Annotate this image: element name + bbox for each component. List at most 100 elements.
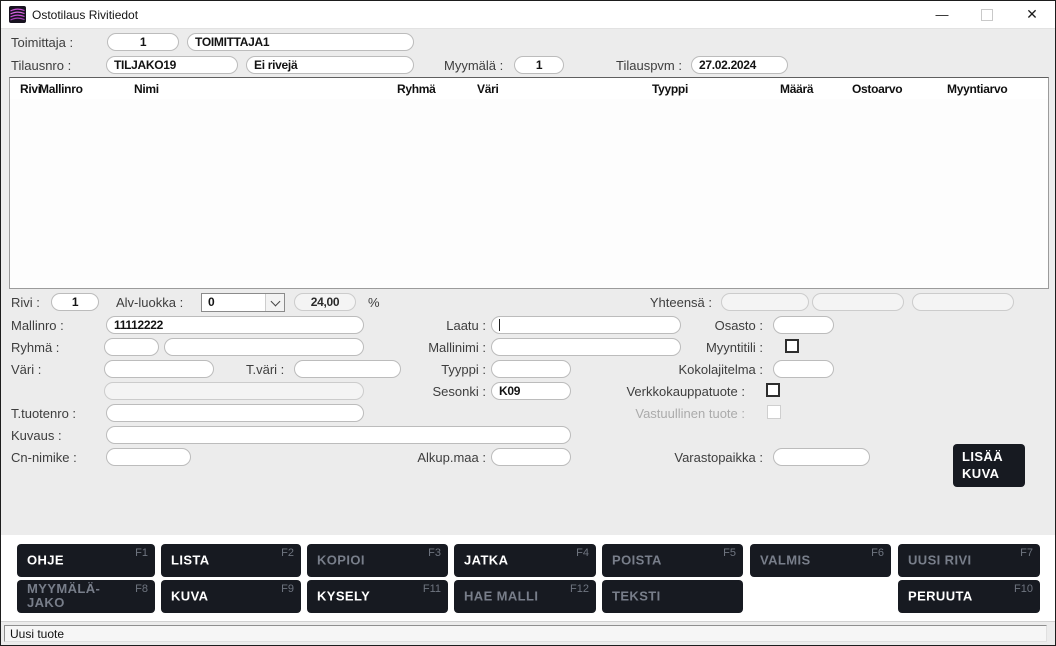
toimittaja-name-field[interactable]: TOIMITTAJA1 bbox=[187, 33, 414, 51]
ohje-button[interactable]: OHJEF1 bbox=[17, 544, 155, 577]
chevron-down-icon bbox=[271, 297, 281, 307]
tyyppi-label: Tyyppi : bbox=[441, 362, 486, 377]
vastuullinen-tuote-checkbox bbox=[767, 405, 781, 419]
myyntitili-label: Myyntitili : bbox=[706, 340, 763, 355]
text-caret bbox=[499, 319, 500, 331]
app-logo-icon bbox=[9, 6, 26, 23]
alv-selected-value: 0 bbox=[208, 295, 214, 309]
maximize-button[interactable] bbox=[964, 1, 1010, 28]
peruuta-button[interactable]: PERUUTAF10 bbox=[898, 580, 1040, 613]
yhteensa-field-3 bbox=[912, 293, 1014, 311]
varastopaikka-field[interactable] bbox=[773, 448, 870, 466]
minimize-icon: — bbox=[936, 7, 949, 22]
ryhma-code-field[interactable] bbox=[104, 338, 159, 356]
poista-button[interactable]: POISTAF5 bbox=[602, 544, 743, 577]
osasto-label: Osasto : bbox=[715, 318, 763, 333]
col-ryhma: Ryhmä bbox=[397, 82, 436, 96]
yhteensa-field-1 bbox=[721, 293, 809, 311]
alkup-maa-field[interactable] bbox=[491, 448, 571, 466]
alv-percent-field: 24,00 bbox=[294, 293, 356, 311]
mallinro-field[interactable]: 11112222 bbox=[106, 316, 364, 334]
teksti-button[interactable]: TEKSTI bbox=[602, 580, 743, 613]
mallinimi-label: Mallinimi : bbox=[428, 340, 486, 355]
title-bar[interactable]: Ostotilaus Rivitiedot — ✕ bbox=[1, 1, 1055, 29]
col-myyntiarvo: Myyntiarvo bbox=[947, 82, 1007, 96]
status-bar: Uusi tuote bbox=[1, 621, 1055, 646]
kokolajitelma-label: Kokolajitelma : bbox=[678, 362, 763, 377]
verkkokauppatuote-checkbox[interactable] bbox=[766, 383, 780, 397]
grid-header-row: Rivi Mallinro Nimi Ryhmä Väri Tyyppi Mää… bbox=[10, 78, 1048, 100]
tvari-label: T.väri : bbox=[246, 362, 284, 377]
sesonki-field[interactable]: K09 bbox=[491, 382, 571, 400]
status-message: Uusi tuote bbox=[4, 625, 1047, 642]
ryhma-label: Ryhmä : bbox=[11, 340, 59, 355]
order-rows-grid: Rivi Mallinro Nimi Ryhmä Väri Tyyppi Mää… bbox=[9, 77, 1049, 289]
sesonki-label: Sesonki : bbox=[433, 384, 486, 399]
uusi-rivi-button[interactable]: UUSI RIVIF7 bbox=[898, 544, 1040, 577]
tilauspvm-field[interactable]: 27.02.2024 bbox=[691, 56, 788, 74]
tvari-field[interactable] bbox=[294, 360, 401, 378]
myymala-label: Myymälä : bbox=[444, 58, 503, 73]
col-mallinro: Mallinro bbox=[39, 82, 83, 96]
lisaa-kuva-label: LISÄÄ KUVA bbox=[962, 449, 1025, 483]
kysely-button[interactable]: KYSELYF11 bbox=[307, 580, 448, 613]
lisaa-kuva-button[interactable]: LISÄÄ KUVA bbox=[953, 444, 1025, 487]
lista-button[interactable]: LISTAF2 bbox=[161, 544, 301, 577]
kuva-button[interactable]: KUVAF9 bbox=[161, 580, 301, 613]
tilausnro-field[interactable]: TILJAKO19 bbox=[106, 56, 238, 74]
myyntitili-checkbox[interactable] bbox=[785, 339, 799, 353]
cn-nimike-field[interactable] bbox=[106, 448, 191, 466]
osasto-field[interactable] bbox=[773, 316, 834, 334]
myymala-field[interactable]: 1 bbox=[514, 56, 564, 74]
kopioi-button[interactable]: KOPIOIF3 bbox=[307, 544, 448, 577]
kuvaus-label: Kuvaus : bbox=[11, 428, 62, 443]
alv-luokka-label: Alv-luokka : bbox=[116, 295, 183, 310]
percent-sign-label: % bbox=[368, 295, 380, 310]
verkkokauppatuote-label: Verkkokauppatuote : bbox=[626, 384, 745, 399]
order-rows-status-field: Ei rivejä bbox=[246, 56, 414, 74]
app-window: Ostotilaus Rivitiedot — ✕ Toimittaja : 1… bbox=[0, 0, 1056, 646]
function-button-panel: OHJEF1 LISTAF2 KOPIOIF3 JATKAF4 POISTAF5… bbox=[1, 535, 1055, 621]
ryhma-name-field[interactable] bbox=[164, 338, 364, 356]
col-tyyppi: Tyyppi bbox=[652, 82, 688, 96]
close-button[interactable]: ✕ bbox=[1009, 1, 1055, 28]
varastopaikka-label: Varastopaikka : bbox=[674, 450, 763, 465]
cn-nimike-label: Cn-nimike : bbox=[11, 450, 77, 465]
kuvaus-field[interactable] bbox=[106, 426, 571, 444]
col-ostoarvo: Ostoarvo bbox=[852, 82, 902, 96]
myymala-jako-button[interactable]: MYYMÄLÄ-JAKOF8 bbox=[17, 580, 155, 613]
valmis-button[interactable]: VALMISF6 bbox=[750, 544, 891, 577]
vari-name-field bbox=[104, 382, 364, 400]
kokolajitelma-field[interactable] bbox=[773, 360, 834, 378]
laatu-label: Laatu : bbox=[446, 318, 486, 333]
vari-label: Väri : bbox=[11, 362, 41, 377]
tyyppi-field[interactable] bbox=[491, 360, 571, 378]
yhteensa-field-2 bbox=[812, 293, 904, 311]
laatu-field[interactable] bbox=[491, 316, 681, 334]
col-maara: Määrä bbox=[780, 82, 813, 96]
col-rivi: Rivi bbox=[20, 82, 41, 96]
alv-luokka-combobox[interactable]: 0 bbox=[201, 293, 285, 312]
rivi-field[interactable]: 1 bbox=[51, 293, 99, 311]
rivi-label: Rivi : bbox=[11, 295, 40, 310]
col-vari: Väri bbox=[477, 82, 498, 96]
yhteensa-label: Yhteensä : bbox=[650, 295, 712, 310]
mallinro-label: Mallinro : bbox=[11, 318, 64, 333]
mallinimi-field[interactable] bbox=[491, 338, 681, 356]
tilausnro-label: Tilausnro : bbox=[11, 58, 71, 73]
grid-body[interactable] bbox=[10, 99, 1048, 288]
col-nimi: Nimi bbox=[134, 82, 159, 96]
jatka-button[interactable]: JATKAF4 bbox=[454, 544, 596, 577]
toimittaja-code-field[interactable]: 1 bbox=[107, 33, 179, 51]
window-title: Ostotilaus Rivitiedot bbox=[32, 8, 138, 22]
combo-dropdown-button[interactable] bbox=[265, 294, 284, 311]
hae-malli-button[interactable]: HAE MALLIF12 bbox=[454, 580, 596, 613]
vari-field[interactable] bbox=[104, 360, 214, 378]
tilauspvm-label: Tilauspvm : bbox=[616, 58, 682, 73]
maximize-icon bbox=[981, 9, 993, 21]
minimize-button[interactable]: — bbox=[919, 1, 965, 28]
close-icon: ✕ bbox=[1026, 6, 1038, 23]
ttuotenro-label: T.tuotenro : bbox=[11, 406, 76, 421]
toimittaja-label: Toimittaja : bbox=[11, 35, 73, 50]
ttuotenro-field[interactable] bbox=[106, 404, 364, 422]
